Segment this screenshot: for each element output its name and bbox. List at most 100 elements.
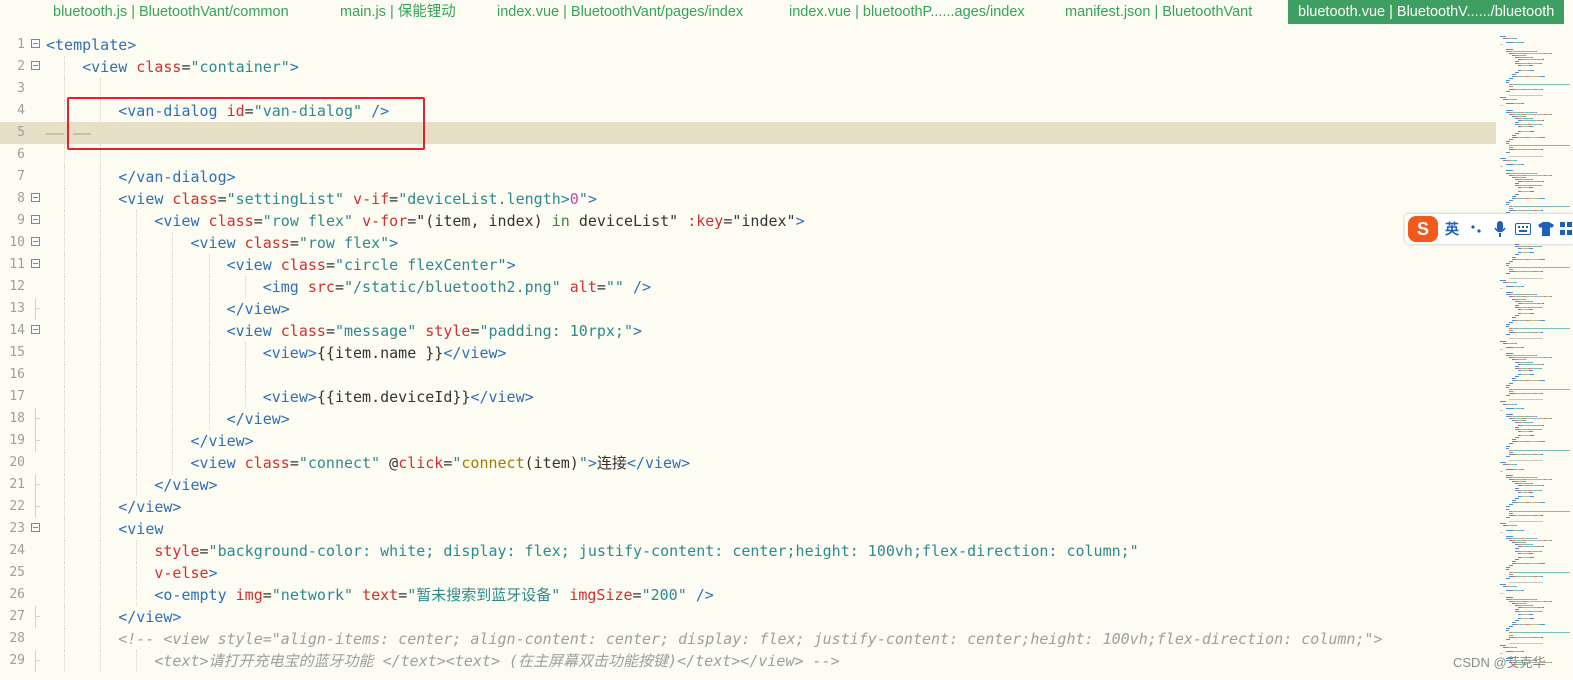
minimap-token: [1522, 529, 1524, 531]
indent-guide: [136, 584, 138, 606]
minimap-token: [1530, 556, 1534, 558]
code-line[interactable]: 13 </view>: [0, 298, 1496, 320]
code-line[interactable]: 22 </view>: [0, 496, 1496, 518]
fold-toggle-icon[interactable]: [31, 215, 40, 224]
code-line[interactable]: 8 <view class="settingList" v-if="deviceL…: [0, 188, 1496, 210]
code-line[interactable]: 26 <o-empty img="network" text="暂未搜索到蓝牙设备…: [0, 584, 1496, 606]
code-line[interactable]: 2 <view class="container">: [0, 56, 1496, 78]
keyboard-icon[interactable]: [1513, 214, 1533, 244]
minimap-token: [1541, 271, 1543, 273]
minimap-token: [1524, 294, 1534, 296]
code-line[interactable]: 1 <template>: [0, 34, 1496, 56]
code-line[interactable]: 10 <view class="row flex">: [0, 232, 1496, 254]
tab-main-js[interactable]: main.js | 保能锂动: [340, 0, 456, 24]
code-line[interactable]: 14 <view class="message" style="padding: …: [0, 320, 1496, 342]
fold-toggle-icon[interactable]: [31, 259, 40, 268]
tab-bluetooth-js[interactable]: bluetooth.js | BluetoothVant/common: [53, 0, 289, 24]
fold-toggle-icon[interactable]: [31, 523, 40, 532]
minimap-token: [1515, 243, 1519, 245]
minimap-token: [1522, 300, 1532, 302]
minimap-token: [1509, 155, 1543, 157]
minimap-token: [1506, 508, 1509, 510]
minimap-token: [1532, 124, 1541, 126]
microphone-icon[interactable]: [1491, 214, 1509, 244]
code-line[interactable]: 29 <text>请打开充电宝的蓝牙功能 </text><text> (在主屏幕双…: [0, 650, 1496, 672]
fold-toggle-icon[interactable]: [31, 61, 40, 70]
minimap-token: [1529, 491, 1533, 493]
fold-toggle-icon[interactable]: [31, 193, 40, 202]
minimap-token: [1524, 111, 1534, 113]
minimap-token: [1522, 605, 1532, 607]
code-line[interactable]: 11 <view class="circle flexCenter">: [0, 254, 1496, 276]
code-line[interactable]: 21 </view>: [0, 474, 1496, 496]
minimap-token: [1527, 52, 1535, 54]
minimap-token: [1516, 647, 1517, 649]
punctuation-icon[interactable]: [1467, 214, 1485, 244]
code-line[interactable]: 23 <view: [0, 518, 1496, 540]
fold-toggle-icon[interactable]: [31, 237, 40, 246]
tab-manifest-json[interactable]: manifest.json | BluetoothVant: [1065, 0, 1252, 24]
grid-icon[interactable]: [1558, 214, 1573, 244]
code-line[interactable]: 19 </view>: [0, 430, 1496, 452]
minimap-token: [1541, 441, 1545, 443]
indent-guide: [64, 78, 66, 100]
minimap[interactable]: [1496, 34, 1573, 680]
ime-toolbar[interactable]: S 英: [1405, 214, 1573, 244]
minimap-token: [1506, 353, 1513, 355]
minimap-token: [1542, 120, 1544, 121]
minimap-token: [1532, 63, 1541, 65]
ime-language-toggle[interactable]: 英: [1441, 214, 1463, 244]
minimap-token: [1536, 600, 1543, 602]
minimap-token: [1532, 489, 1541, 491]
fold-toggle-icon[interactable]: [31, 325, 40, 334]
indent-guide: [100, 276, 102, 298]
minimap-token: [1536, 50, 1537, 52]
minimap-token: [1509, 338, 1543, 340]
line-number: 18: [9, 411, 25, 426]
code-line[interactable]: 20 <view class="connect" @click="connect(…: [0, 452, 1496, 474]
minimap-token: [1524, 424, 1537, 426]
minimap-token: [1522, 422, 1532, 424]
sogou-logo-icon[interactable]: S: [1408, 216, 1438, 242]
code-line[interactable]: 7 </van-dialog>: [0, 166, 1496, 188]
minimap-token: [1525, 420, 1526, 422]
minimap-token: [1524, 172, 1534, 174]
shirt-icon[interactable]: [1537, 214, 1555, 244]
minimap-token: [1541, 319, 1545, 321]
minimap-token: [1551, 113, 1552, 115]
minimap-token: [1513, 449, 1570, 451]
code-text: <!-- <view style="align-items: center; a…: [118, 630, 1383, 648]
tab-bluetooth-vue[interactable]: bluetooth.vue | BluetoothV....../bluetoo…: [1288, 0, 1565, 24]
minimap-token: [1522, 57, 1532, 58]
code-line[interactable]: 18 </view>: [0, 408, 1496, 430]
code-line[interactable]: 9 <view class="row flex" v-for="(item, in…: [0, 210, 1496, 232]
indent-guide: [172, 430, 174, 452]
line-number: 8: [17, 191, 25, 206]
minimap-token: [1509, 260, 1513, 262]
code-line[interactable]: 17 <view>{{item.deviceId}}</view>: [0, 386, 1496, 408]
indent-guide: [172, 452, 174, 474]
minimap-token: [1527, 479, 1535, 481]
tab-index-vue-2[interactable]: index.vue | bluetoothP......ages/index: [789, 0, 1025, 24]
minimap-token: [1536, 111, 1537, 113]
csdn-watermark: CSDN @艾克华: [1453, 655, 1546, 670]
minimap-token: [1551, 52, 1552, 54]
minimap-token: [1512, 512, 1513, 514]
minimap-token: [1506, 292, 1513, 294]
code-line[interactable]: 25 v-else>: [0, 562, 1496, 584]
minimap-token: [1509, 94, 1543, 96]
code-line[interactable]: 28 <!-- <view style="align-items: center;…: [0, 628, 1496, 650]
minimap-token: [1529, 613, 1533, 615]
code-line[interactable]: 27 </view>: [0, 606, 1496, 628]
code-line[interactable]: 24 style="background-color: white; displa…: [0, 540, 1496, 562]
code-line[interactable]: 12 <img src="/static/bluetooth2.png" alt=…: [0, 276, 1496, 298]
minimap-token: [1512, 634, 1513, 636]
code-line[interactable]: 16: [0, 364, 1496, 386]
minimap-token: [1521, 435, 1530, 436]
code-line[interactable]: 15 <view>{{item.name }}</view>: [0, 342, 1496, 364]
minimap-token: [1541, 611, 1542, 613]
line-number: 22: [9, 499, 25, 514]
minimap-token: [1512, 195, 1516, 197]
tab-index-vue[interactable]: index.vue | BluetoothVant/pages/index: [497, 0, 743, 24]
fold-toggle-icon[interactable]: [31, 39, 40, 48]
